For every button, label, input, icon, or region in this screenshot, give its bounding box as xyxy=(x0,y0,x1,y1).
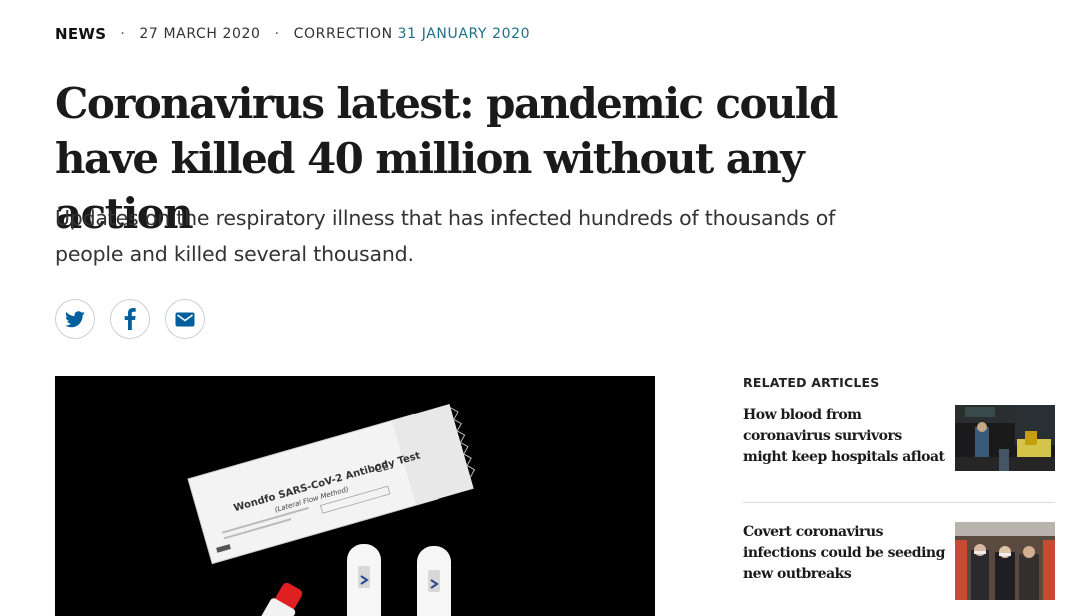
related-article-item[interactable]: How blood from coronavirus survivors mig… xyxy=(743,405,1055,475)
related-article-thumbnail[interactable] xyxy=(955,522,1055,604)
correction-label: CORRECTION xyxy=(293,26,393,42)
twitter-icon xyxy=(65,310,85,327)
hero-image: Wondfo SARS-CoV-2 Antibody Test (Lateral… xyxy=(55,376,655,616)
antibody-test-photo: Wondfo SARS-CoV-2 Antibody Test (Lateral… xyxy=(55,376,655,616)
email-icon xyxy=(175,312,195,326)
related-article-title[interactable]: How blood from coronavirus survivors mig… xyxy=(743,405,948,468)
meta-separator: · xyxy=(120,26,126,42)
article-standfirst: Updates on the respiratory illness that … xyxy=(55,206,836,266)
related-article-thumbnail[interactable] xyxy=(955,405,1055,475)
subway-photo xyxy=(955,522,1055,600)
related-divider xyxy=(743,502,1055,503)
share-facebook-button[interactable] xyxy=(110,299,150,339)
facebook-icon xyxy=(124,308,136,330)
article-type: NEWS xyxy=(55,25,107,43)
related-articles-title: RELATED ARTICLES xyxy=(743,375,880,390)
hospital-photo xyxy=(955,405,1055,471)
share-buttons xyxy=(55,299,205,339)
related-article-item[interactable]: Covert coronavirus infections could be s… xyxy=(743,522,1055,604)
correction-date-link[interactable]: 31 JANUARY 2020 xyxy=(398,26,530,42)
share-twitter-button[interactable] xyxy=(55,299,95,339)
article-meta: NEWS · 27 MARCH 2020 · CORRECTION 31 JAN… xyxy=(55,25,530,43)
published-date: 27 MARCH 2020 xyxy=(139,26,261,42)
related-articles: RELATED ARTICLES How blood from coronavi… xyxy=(743,375,1055,604)
share-email-button[interactable] xyxy=(165,299,205,339)
related-article-title[interactable]: Covert coronavirus infections could be s… xyxy=(743,522,948,585)
meta-separator: · xyxy=(274,26,280,42)
